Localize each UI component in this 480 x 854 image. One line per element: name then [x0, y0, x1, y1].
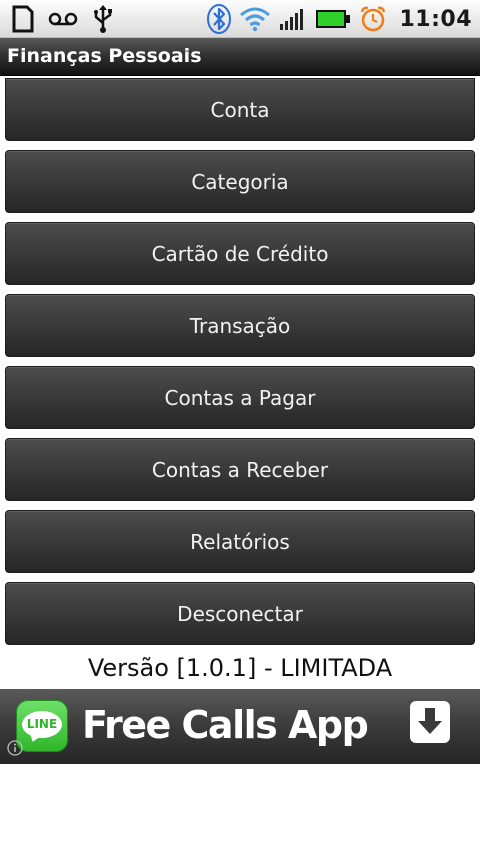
ad-banner[interactable]: LINE Free Calls App	[0, 689, 480, 764]
categoria-button[interactable]: Categoria	[5, 150, 475, 213]
version-label: Versão [1.0.1] - LIMITADA	[87, 654, 393, 682]
app-title: Finanças Pessoais	[7, 45, 202, 67]
status-bar: 11:04	[0, 0, 480, 38]
cartao-de-credito-button[interactable]: Cartão de Crédito	[5, 222, 475, 285]
usb-icon	[94, 5, 112, 33]
voicemail-icon	[48, 12, 78, 26]
ad-logo-text: LINE	[26, 717, 58, 731]
signal-icon	[280, 9, 304, 30]
contas-a-receber-button[interactable]: Contas a Receber	[5, 438, 475, 501]
relatorios-button[interactable]: Relatórios	[5, 510, 475, 573]
info-icon[interactable]	[7, 740, 23, 756]
bluetooth-icon	[207, 4, 232, 34]
download-icon[interactable]	[410, 701, 450, 743]
desconectar-button[interactable]: Desconectar	[5, 582, 475, 645]
conta-button[interactable]: Conta	[5, 78, 475, 141]
battery-icon	[316, 10, 351, 28]
ad-text: Free Calls App	[82, 703, 369, 747]
title-bar: Finanças Pessoais	[0, 38, 480, 76]
contas-a-pagar-button[interactable]: Contas a Pagar	[5, 366, 475, 429]
main-menu: Conta Categoria Cartão de Crédito Transa…	[5, 78, 475, 654]
transacao-button[interactable]: Transação	[5, 294, 475, 357]
wifi-icon	[240, 7, 271, 32]
clock: 11:04	[399, 6, 472, 32]
alarm-clock-icon	[361, 6, 386, 32]
line-logo-icon: LINE	[16, 700, 68, 752]
sd-card-icon	[12, 5, 34, 33]
